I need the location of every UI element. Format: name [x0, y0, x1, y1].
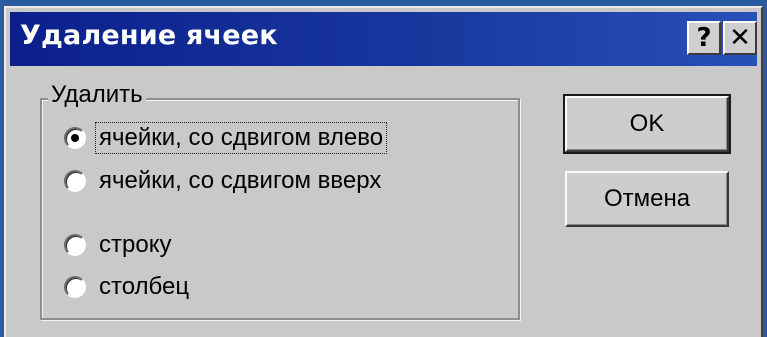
radio-row-entire[interactable]: строку [64, 228, 174, 262]
cancel-button[interactable]: Отмена [565, 171, 729, 227]
cancel-button-label: Отмена [603, 185, 691, 212]
radio-shift-left[interactable]: ячейки, со сдвигом влево [64, 121, 388, 155]
radio-label-shift-up: ячейки, со сдвигом вверх [99, 167, 382, 194]
radio-selected-dot [71, 134, 79, 142]
help-icon: ? [696, 23, 712, 53]
radio-label-row: строку [99, 231, 172, 258]
title-bar: Удаление ячеек ? ✕ [10, 12, 757, 66]
help-button[interactable]: ? [687, 21, 721, 55]
radio-button[interactable] [64, 127, 86, 149]
radio-shift-up[interactable]: ячейки, со сдвигом вверх [64, 164, 384, 198]
ok-button-label: OK [629, 110, 665, 137]
ok-button[interactable]: OK [563, 94, 731, 154]
close-icon: ✕ [729, 23, 751, 53]
radio-column-entire[interactable]: столбец [64, 270, 192, 304]
radio-button[interactable] [64, 170, 86, 192]
radio-button[interactable] [64, 234, 86, 256]
radio-label-column: столбец [99, 273, 190, 300]
dialog-title: Удаление ячеек [20, 20, 278, 51]
close-button[interactable]: ✕ [723, 21, 757, 55]
group-legend: Удалить [48, 81, 146, 109]
radio-label-shift-left: ячейки, со сдвигом влево [94, 122, 388, 154]
delete-cells-dialog: Удаление ячеек ? ✕ Удалить ячейки, со сд… [4, 6, 763, 337]
radio-button[interactable] [64, 276, 86, 298]
